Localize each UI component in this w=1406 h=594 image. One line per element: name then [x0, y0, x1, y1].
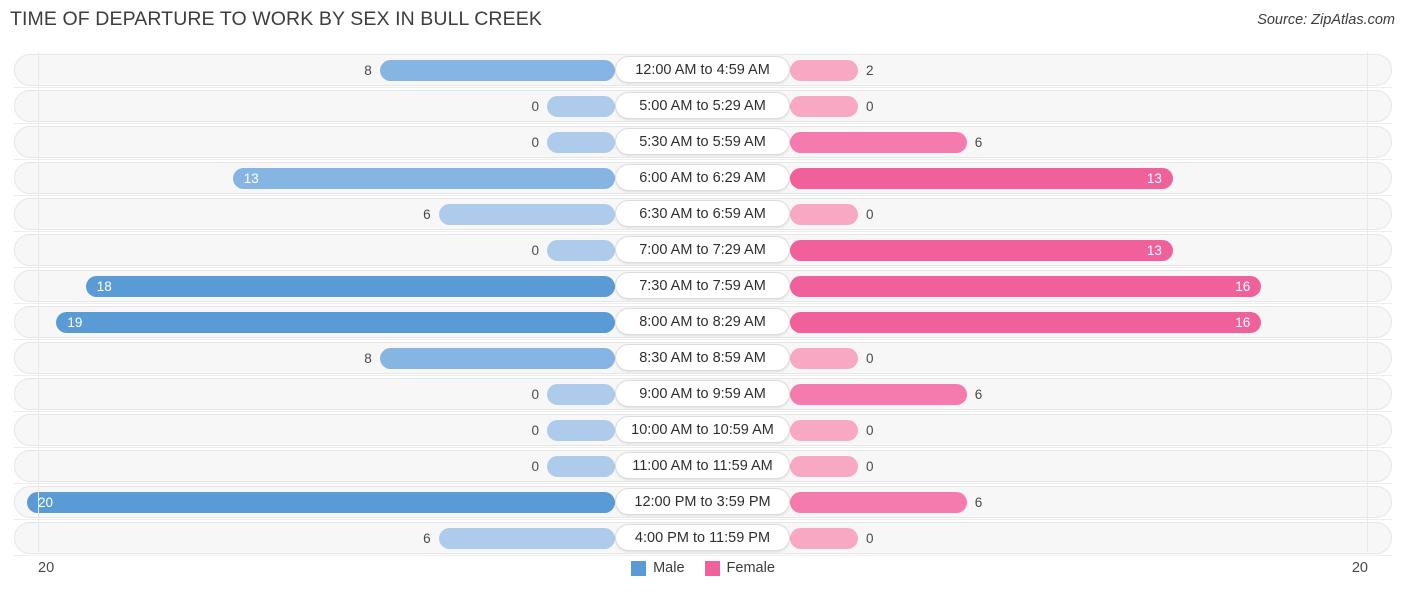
value-label-male: 20: [38, 495, 54, 510]
value-label-female: 16: [1235, 279, 1251, 294]
axis-tick-line: [38, 52, 39, 552]
category-label: 7:30 AM to 7:59 AM: [615, 272, 790, 299]
value-label-male: 0: [531, 423, 539, 438]
chart-row[interactable]: 0 0 5:00 AM to 5:29 AM: [0, 88, 1406, 124]
value-label-female: 0: [866, 459, 874, 474]
source-attribution: Source: ZipAtlas.com: [1257, 12, 1395, 28]
chart-row[interactable]: 20 6 12:00 PM to 3:59 PM: [0, 484, 1406, 520]
value-label-male: 6: [423, 531, 431, 546]
value-label-male: 6: [423, 207, 431, 222]
chart-row[interactable]: 0 13 7:00 AM to 7:29 AM: [0, 232, 1406, 268]
chart-row[interactable]: 0 0 10:00 AM to 10:59 AM: [0, 412, 1406, 448]
bar-male[interactable]: [379, 348, 615, 369]
bar-male[interactable]: [547, 240, 615, 261]
chart-row[interactable]: 6 0 6:30 AM to 6:59 AM: [0, 196, 1406, 232]
legend-label-male: Male: [653, 560, 685, 576]
bar-male[interactable]: [547, 96, 615, 117]
category-label: 5:00 AM to 5:29 AM: [615, 92, 790, 119]
category-label: 7:00 AM to 7:29 AM: [615, 236, 790, 263]
chart-row[interactable]: 13 13 6:00 AM to 6:29 AM: [0, 160, 1406, 196]
bar-male[interactable]: [27, 492, 615, 513]
legend-swatch-male-icon: [631, 560, 647, 576]
bar-female[interactable]: [790, 168, 1173, 189]
value-label-female: 6: [974, 387, 983, 402]
value-label-male: 0: [531, 459, 539, 474]
value-label-female: 0: [866, 351, 874, 366]
category-label: 4:00 PM to 11:59 PM: [615, 524, 790, 551]
category-label: 9:00 AM to 9:59 AM: [615, 380, 790, 407]
chart-row[interactable]: 8 0 8:30 AM to 8:59 AM: [0, 340, 1406, 376]
category-label: 5:30 AM to 5:59 AM: [615, 128, 790, 155]
legend-item-male[interactable]: Male: [631, 560, 685, 576]
value-label-female: 13: [1146, 171, 1162, 186]
category-label: 6:00 AM to 6:29 AM: [615, 164, 790, 191]
value-label-female: 6: [974, 495, 983, 510]
value-label-male: 8: [364, 63, 372, 78]
chart-row[interactable]: 19 16 8:00 AM to 8:29 AM: [0, 304, 1406, 340]
bar-female[interactable]: [790, 60, 858, 81]
bar-female[interactable]: [790, 132, 967, 153]
value-label-female: 2: [866, 63, 874, 78]
axis-tick-line: [1367, 52, 1368, 552]
bar-female[interactable]: [790, 276, 1262, 297]
chart-header: TIME OF DEPARTURE TO WORK BY SEX IN BULL…: [0, 0, 1406, 40]
value-label-female: 0: [866, 207, 874, 222]
bar-female[interactable]: [790, 384, 967, 405]
chart-row[interactable]: 0 0 11:00 AM to 11:59 AM: [0, 448, 1406, 484]
value-label-female: 0: [866, 99, 874, 114]
value-label-male: 0: [531, 135, 539, 150]
bar-male[interactable]: [379, 60, 615, 81]
value-label-female: 0: [866, 423, 874, 438]
legend-swatch-female-icon: [704, 560, 720, 576]
bar-male[interactable]: [547, 420, 615, 441]
chart-row[interactable]: 8 2 12:00 AM to 4:59 AM: [0, 52, 1406, 88]
chart-footer: 20 20 Male Female: [0, 552, 1406, 594]
value-label-male: 0: [531, 99, 539, 114]
chart-row[interactable]: 0 6 9:00 AM to 9:59 AM: [0, 376, 1406, 412]
value-label-male: 18: [96, 279, 112, 294]
bar-female[interactable]: [790, 420, 858, 441]
value-label-male: 19: [67, 315, 83, 330]
chart-row[interactable]: 0 6 5:30 AM to 5:59 AM: [0, 124, 1406, 160]
value-label-female: 13: [1146, 243, 1162, 258]
bar-female[interactable]: [790, 312, 1262, 333]
category-label: 12:00 PM to 3:59 PM: [615, 488, 790, 515]
bar-female[interactable]: [790, 528, 858, 549]
value-label-male: 0: [531, 387, 539, 402]
bar-male[interactable]: [438, 528, 615, 549]
bar-female[interactable]: [790, 348, 858, 369]
page-title: TIME OF DEPARTURE TO WORK BY SEX IN BULL…: [10, 8, 542, 30]
bar-male[interactable]: [547, 132, 615, 153]
category-label: 6:30 AM to 6:59 AM: [615, 200, 790, 227]
legend-item-female[interactable]: Female: [704, 560, 775, 576]
category-label: 10:00 AM to 10:59 AM: [615, 416, 790, 443]
value-label-male: 13: [243, 171, 259, 186]
legend-label-female: Female: [726, 560, 775, 576]
bar-female[interactable]: [790, 204, 858, 225]
value-label-male: 8: [364, 351, 372, 366]
category-label: 11:00 AM to 11:59 AM: [615, 452, 790, 479]
value-label-female: 16: [1235, 315, 1251, 330]
diverging-bar-chart: 8 2 12:00 AM to 4:59 AM 0 0 5:00 AM to 5:29 A…: [0, 52, 1406, 556]
value-label-female: 0: [866, 531, 874, 546]
bar-male[interactable]: [232, 168, 615, 189]
category-label: 8:30 AM to 8:59 AM: [615, 344, 790, 371]
bar-male[interactable]: [56, 312, 615, 333]
category-label: 8:00 AM to 8:29 AM: [615, 308, 790, 335]
bar-male[interactable]: [547, 384, 615, 405]
chart-row[interactable]: 18 16 7:30 AM to 7:59 AM: [0, 268, 1406, 304]
bar-female[interactable]: [790, 96, 858, 117]
value-label-male: 0: [531, 243, 539, 258]
bar-male[interactable]: [547, 456, 615, 477]
category-label: 12:00 AM to 4:59 AM: [615, 56, 790, 83]
bar-female[interactable]: [790, 492, 967, 513]
bar-female[interactable]: [790, 240, 1173, 261]
value-label-female: 6: [974, 135, 983, 150]
bar-female[interactable]: [790, 456, 858, 477]
chart-legend: Male Female: [0, 560, 1406, 576]
chart-row[interactable]: 6 0 4:00 PM to 11:59 PM: [0, 520, 1406, 556]
bar-male[interactable]: [85, 276, 615, 297]
bar-male[interactable]: [438, 204, 615, 225]
